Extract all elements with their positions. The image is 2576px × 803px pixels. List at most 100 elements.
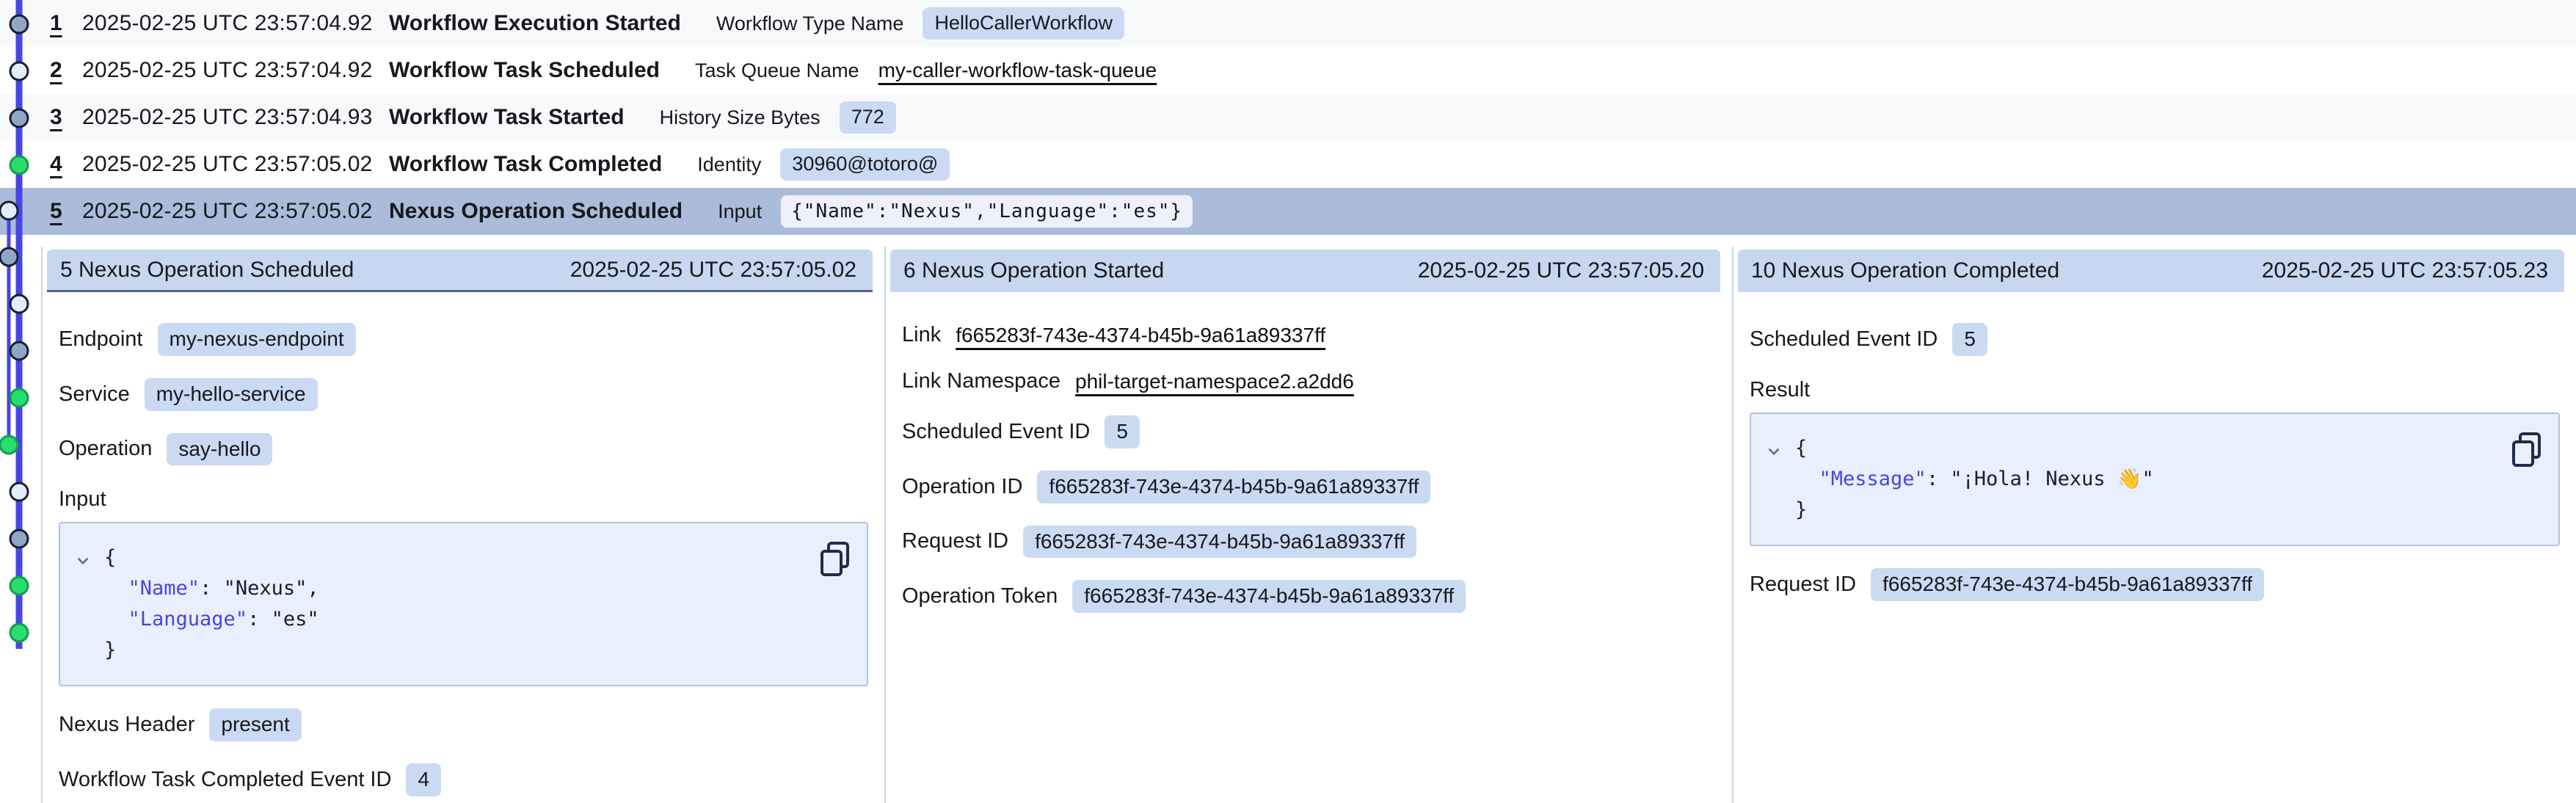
event-dot-completed[interactable] bbox=[10, 389, 28, 407]
detail-field: Service my-hello-service bbox=[59, 378, 868, 411]
event-detail-title: 5 Nexus Operation Scheduled bbox=[60, 258, 354, 283]
detail-field-value-link[interactable]: phil-target-namespace2.a2dd6 bbox=[1075, 370, 1354, 393]
event-dot-completed[interactable] bbox=[10, 624, 28, 642]
json-token bbox=[104, 608, 128, 631]
event-field-label: Workflow Type Name bbox=[716, 12, 904, 35]
event-timestamp: 2025-02-25 UTC 23:57:04.93 bbox=[82, 105, 389, 130]
event-field-label: Task Queue Name bbox=[695, 59, 859, 82]
event-name: Workflow Task Started bbox=[389, 105, 625, 130]
detail-field-value: 4 bbox=[406, 763, 441, 796]
event-dot-started[interactable] bbox=[0, 248, 18, 266]
detail-field-label: Scheduled Event ID bbox=[902, 420, 1090, 444]
detail-field-value-link[interactable]: f665283f-743e-4374-b45b-9a61a89337ff bbox=[956, 324, 1325, 347]
event-dot-completed[interactable] bbox=[10, 577, 28, 595]
collapse-chevron-icon[interactable] bbox=[73, 551, 92, 570]
event-id-link[interactable]: 1 bbox=[50, 11, 82, 36]
event-dot-started[interactable] bbox=[10, 15, 28, 33]
detail-field-value: say-hello bbox=[167, 433, 272, 466]
event-detail-header[interactable]: 10 Nexus Operation Completed 2025-02-25 … bbox=[1738, 250, 2564, 292]
detail-field-value: my-hello-service bbox=[145, 378, 318, 411]
event-dot-completed[interactable] bbox=[10, 156, 28, 174]
event-row[interactable]: 4 2025-02-25 UTC 23:57:05.02 Workflow Ta… bbox=[0, 141, 2576, 188]
detail-field-label: Nexus Header bbox=[59, 713, 194, 737]
event-detail-header[interactable]: 5 Nexus Operation Scheduled 2025-02-25 U… bbox=[47, 250, 873, 292]
event-detail-timestamp: 2025-02-25 UTC 23:57:05.02 bbox=[570, 258, 856, 283]
event-id-link[interactable]: 3 bbox=[50, 105, 82, 130]
event-detail-body: Link f665283f-743e-4374-b45b-9a61a89337ff… bbox=[890, 292, 1720, 613]
event-field-value: 772 bbox=[840, 101, 896, 134]
detail-field-label: Endpoint bbox=[59, 327, 143, 352]
json-token: : "¡Hola! Nexus 👋" bbox=[1926, 468, 2154, 490]
event-dot-scheduled[interactable] bbox=[10, 295, 28, 313]
event-dot-scheduled[interactable] bbox=[10, 483, 28, 501]
event-dot-scheduled[interactable] bbox=[10, 62, 28, 80]
detail-field-value: f665283f-743e-4374-b45b-9a61a89337ff bbox=[1871, 568, 2264, 601]
event-timestamp: 2025-02-25 UTC 23:57:05.02 bbox=[82, 199, 389, 224]
copy-icon[interactable] bbox=[818, 541, 852, 578]
detail-field: Scheduled Event ID 5 bbox=[902, 415, 1716, 448]
detail-field-value: 5 bbox=[1952, 323, 1987, 356]
event-dot-started[interactable] bbox=[10, 530, 28, 548]
event-row[interactable]: 2 2025-02-25 UTC 23:57:04.92 Workflow Ta… bbox=[0, 47, 2576, 94]
json-token: } bbox=[1795, 498, 1807, 521]
event-dot-scheduled[interactable] bbox=[0, 202, 18, 219]
detail-field-label: Link bbox=[902, 323, 941, 347]
detail-field-label: Request ID bbox=[1750, 573, 1856, 597]
event-field-label: History Size Bytes bbox=[660, 106, 821, 129]
json-code-block: { "Message": "¡Hola! Nexus 👋"} bbox=[1750, 413, 2560, 546]
event-id-link[interactable]: 2 bbox=[50, 58, 82, 83]
detail-field-label: Service bbox=[59, 382, 130, 407]
detail-field-value: my-nexus-endpoint bbox=[158, 323, 356, 356]
json-code-line: { bbox=[73, 542, 815, 573]
event-detail-header[interactable]: 6 Nexus Operation Started 2025-02-25 UTC… bbox=[890, 250, 1720, 292]
detail-field-value: 5 bbox=[1105, 415, 1140, 448]
event-dot-completed[interactable] bbox=[0, 436, 18, 454]
event-field-value: {"Name":"Nexus","Language":"es"} bbox=[781, 195, 1193, 228]
json-token bbox=[1795, 468, 1819, 490]
event-detail-panel: 10 Nexus Operation Completed 2025-02-25 … bbox=[1732, 247, 2576, 803]
detail-field: Operationsay-hello bbox=[59, 433, 868, 466]
detail-field-label: Request ID bbox=[902, 529, 1008, 553]
event-row[interactable]: 5 2025-02-25 UTC 23:57:05.02 Nexus Opera… bbox=[0, 188, 2576, 235]
workflow-history-view: 1 2025-02-25 UTC 23:57:04.92 Workflow Ex… bbox=[0, 0, 2576, 803]
detail-field-label: Scheduled Event ID bbox=[1750, 327, 1938, 352]
event-detail-timestamp: 2025-02-25 UTC 23:57:05.20 bbox=[1418, 258, 1704, 283]
detail-field: Endpoint my-nexus-endpoint bbox=[59, 323, 868, 356]
event-id-link[interactable]: 4 bbox=[50, 152, 82, 177]
event-detail-body: Scheduled Event ID5Result{ "Message": "¡… bbox=[1738, 292, 2564, 601]
event-name: Workflow Execution Started bbox=[389, 11, 681, 36]
event-dot-started[interactable] bbox=[10, 109, 28, 127]
json-code-line: } bbox=[73, 635, 815, 666]
event-row[interactable]: 1 2025-02-25 UTC 23:57:04.92 Workflow Ex… bbox=[0, 0, 2576, 47]
event-field-value-link[interactable]: my-caller-workflow-task-queue bbox=[878, 59, 1157, 82]
json-code-line: "Name": "Nexus", bbox=[73, 573, 815, 604]
json-token: } bbox=[104, 639, 116, 661]
event-detail-title: 6 Nexus Operation Started bbox=[903, 258, 1164, 283]
json-key: "Language" bbox=[128, 608, 248, 631]
detail-field-label: Operation Token bbox=[902, 584, 1058, 608]
event-name: Workflow Task Scheduled bbox=[389, 58, 660, 83]
event-timestamp: 2025-02-25 UTC 23:57:04.92 bbox=[82, 11, 389, 36]
event-timestamp: 2025-02-25 UTC 23:57:04.92 bbox=[82, 58, 389, 83]
event-detail-panel: 5 Nexus Operation Scheduled 2025-02-25 U… bbox=[41, 247, 884, 803]
detail-field: Operation IDf665283f-743e-4374-b45b-9a61… bbox=[902, 470, 1716, 504]
event-detail-body: Endpoint my-nexus-endpoint Service my-hello… bbox=[47, 292, 873, 803]
detail-field-label: Input bbox=[59, 487, 106, 512]
detail-field: Workflow Task Completed Event ID4 bbox=[59, 763, 868, 796]
copy-icon[interactable] bbox=[2510, 432, 2544, 468]
detail-field: Operation Token f665283f-743e-4374-b45b-9… bbox=[902, 580, 1716, 613]
json-token bbox=[104, 577, 128, 600]
detail-field: Request IDf665283f-743e-4374-b45b-9a61a8… bbox=[902, 526, 1716, 559]
event-row[interactable]: 3 2025-02-25 UTC 23:57:04.93 Workflow Ta… bbox=[0, 94, 2576, 141]
json-code-line: "Message": "¡Hola! Nexus 👋" bbox=[1764, 464, 2507, 495]
detail-field: Link f665283f-743e-4374-b45b-9a61a89337ff bbox=[902, 323, 1716, 347]
json-code-line: } bbox=[1764, 495, 2507, 526]
detail-field: Request ID f665283f-743e-4374-b45b-9a61a8… bbox=[1750, 568, 2560, 601]
event-timeline-graph bbox=[0, 0, 41, 803]
collapse-chevron-icon[interactable] bbox=[1764, 442, 1783, 461]
detail-field-label: Link Namespace bbox=[902, 369, 1060, 393]
detail-field-value: f665283f-743e-4374-b45b-9a61a89337ff bbox=[1072, 580, 1466, 613]
event-id-link[interactable]: 5 bbox=[50, 199, 82, 224]
json-key: "Name" bbox=[128, 577, 200, 600]
event-dot-started[interactable] bbox=[10, 342, 28, 360]
